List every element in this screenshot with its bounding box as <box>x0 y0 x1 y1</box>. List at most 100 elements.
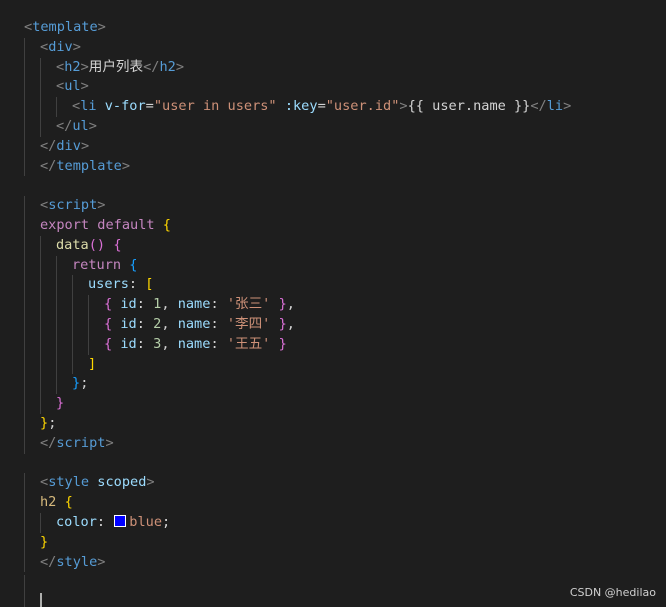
code-token: ul <box>64 78 81 95</box>
indent-guide <box>40 334 41 355</box>
code-token: : <box>210 315 227 332</box>
code-line[interactable]: data() { <box>24 235 654 256</box>
code-line-content: data() { <box>56 236 122 256</box>
code-token: template <box>56 157 122 174</box>
code-token: < <box>40 474 49 491</box>
code-line-content: </script> <box>40 434 114 454</box>
code-token: > <box>563 98 572 115</box>
code-line[interactable]: </div> <box>24 136 654 157</box>
code-line[interactable]: { id: 3, name: '王五' } <box>24 334 654 355</box>
code-token: name <box>177 296 211 313</box>
code-token: > <box>80 58 89 75</box>
code-line[interactable] <box>24 454 654 474</box>
code-line[interactable]: </template> <box>24 156 654 177</box>
code-line[interactable]: <style scoped> <box>24 473 654 494</box>
code-line-content: <div> <box>40 38 81 58</box>
code-line[interactable] <box>24 176 654 196</box>
indent-guide <box>24 77 25 98</box>
code-token: , <box>161 315 178 332</box>
indent-guide <box>24 295 25 315</box>
code-line[interactable]: color: blue; <box>24 512 654 533</box>
code-line-content: </div> <box>40 137 89 157</box>
code-token: blue <box>129 513 163 530</box>
code-token: } <box>40 414 49 431</box>
code-line-content: color: blue; <box>56 513 170 533</box>
indent-guide <box>40 512 41 533</box>
code-token: , <box>161 335 178 352</box>
code-line[interactable]: }; <box>24 413 654 434</box>
code-token: h2 <box>64 58 81 75</box>
indent-guide <box>56 295 57 315</box>
code-line[interactable]: </ul> <box>24 116 654 137</box>
code-line-content: </template> <box>40 157 130 177</box>
code-token: , <box>286 315 295 332</box>
indent-guide <box>40 77 41 98</box>
indent-guide <box>40 354 41 375</box>
indent-guide <box>56 255 57 276</box>
code-token: scoped <box>97 474 147 491</box>
code-line[interactable]: h2 { <box>24 493 654 513</box>
code-line[interactable]: <script> <box>24 196 654 216</box>
code-line[interactable]: <h2>用户列表</h2> <box>24 57 654 78</box>
code-token: < <box>72 98 81 115</box>
code-token: users <box>88 276 129 293</box>
code-line[interactable]: } <box>24 532 654 553</box>
indent-guide <box>72 334 73 355</box>
code-line-content: <li v-for="user in users" :key="user.id"… <box>72 97 571 117</box>
indent-guide <box>24 196 25 216</box>
code-line[interactable]: </style> <box>24 552 654 573</box>
code-line-content: { id: 3, name: '王五' } <box>104 335 287 355</box>
code-line[interactable]: <div> <box>24 37 654 58</box>
code-line[interactable]: return { <box>24 255 654 276</box>
code-token: : <box>210 296 227 313</box>
code-line[interactable]: </script> <box>24 433 654 454</box>
indent-guide <box>24 235 25 256</box>
code-line[interactable]: ] <box>24 354 654 375</box>
color-swatch-icon[interactable] <box>114 514 127 527</box>
code-token: </ <box>40 434 57 451</box>
code-token: } <box>40 533 49 550</box>
code-token: { <box>162 216 171 233</box>
code-token: ; <box>162 513 171 530</box>
code-line[interactable]: <li v-for="user in users" :key="user.id"… <box>24 97 654 117</box>
code-token: h2 <box>159 58 176 75</box>
indent-guide <box>24 512 25 533</box>
code-token: > <box>88 117 97 134</box>
code-token: < <box>40 38 49 55</box>
code-token: script <box>48 197 98 214</box>
code-editor[interactable]: <template> <div> <h2>用户列表</h2> <ul> <li v-fo… <box>0 0 666 607</box>
code-token: "user in users" <box>153 98 277 115</box>
code-token: name <box>177 335 211 352</box>
code-line[interactable]: }; <box>24 374 654 395</box>
code-token: > <box>80 137 90 154</box>
indent-guide <box>56 275 57 296</box>
code-token: id <box>120 296 137 313</box>
code-line[interactable]: export default { <box>24 215 654 236</box>
code-token: } <box>56 395 65 412</box>
code-area[interactable]: <template> <div> <h2>用户列表</h2> <ul> <li v-fo… <box>24 18 654 573</box>
code-token: ; <box>48 414 57 431</box>
code-token: ul <box>72 117 89 134</box>
code-token: } <box>278 335 287 352</box>
code-line[interactable]: } <box>24 394 654 414</box>
code-line[interactable]: { id: 1, name: '张三' }, <box>24 295 654 315</box>
code-line-content: } <box>56 394 64 414</box>
code-line[interactable]: { id: 2, name: '李四' }, <box>24 314 654 335</box>
code-line[interactable]: <template> <box>24 18 654 38</box>
code-token: : <box>96 513 114 530</box>
code-token: id <box>120 315 137 332</box>
code-token: name <box>177 315 211 332</box>
code-token: h2 <box>40 494 57 511</box>
code-token: < <box>56 78 65 95</box>
code-token: </ <box>40 553 57 570</box>
code-line[interactable]: users: [ <box>24 275 654 296</box>
code-line[interactable]: <ul> <box>24 77 654 98</box>
code-token: template <box>32 19 98 35</box>
code-line-content: h2 { <box>40 493 73 513</box>
indent-guide <box>24 314 25 335</box>
code-token: > <box>72 38 81 55</box>
indent-guide <box>88 314 89 335</box>
code-token: color <box>56 513 97 530</box>
